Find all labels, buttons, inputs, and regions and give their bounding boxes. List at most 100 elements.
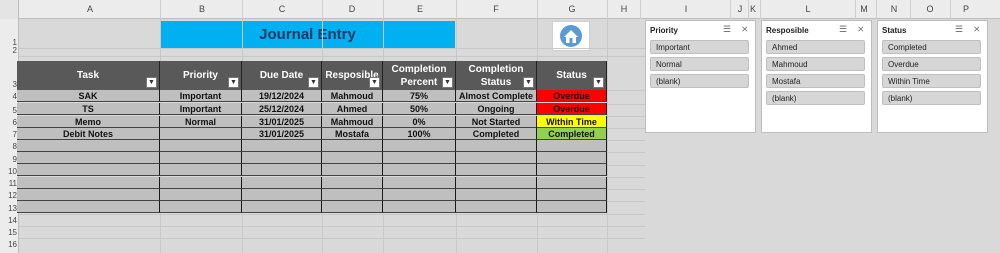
table-cell[interactable] (242, 152, 322, 165)
table-cell[interactable] (160, 128, 242, 140)
column-header-a[interactable]: A (75, 4, 105, 16)
table-cell[interactable]: 31/01/2025 (242, 116, 322, 128)
table-cell[interactable]: Completed (456, 128, 537, 140)
column-header-g[interactable]: G (557, 4, 587, 16)
row-header-14[interactable]: 14 (0, 216, 19, 226)
home-button[interactable] (552, 21, 590, 51)
status-badge[interactable]: Overdue (537, 103, 607, 115)
table-cell[interactable]: Mahmoud (322, 116, 383, 128)
row-header-16[interactable]: 16 (0, 240, 19, 250)
table-cell[interactable] (242, 201, 322, 213)
column-header-b[interactable]: B (187, 4, 217, 16)
table-cell[interactable]: 75% (383, 90, 456, 102)
status-badge[interactable]: Within Time (537, 116, 607, 128)
table-cell[interactable]: Ongoing (456, 103, 537, 115)
table-cell[interactable] (383, 140, 456, 152)
table-cell[interactable]: Mahmoud (322, 90, 383, 102)
slicer-item[interactable]: (blank) (882, 91, 981, 105)
table-cell[interactable] (17, 201, 160, 213)
column-header-k[interactable]: K (738, 4, 768, 16)
filter-dropdown-button[interactable]: ▼ (369, 77, 380, 88)
column-header-c[interactable]: C (267, 4, 297, 16)
column-header-d[interactable]: D (337, 4, 367, 16)
table-cell[interactable]: 0% (383, 116, 456, 128)
column-header-e[interactable]: E (405, 4, 435, 16)
table-cell[interactable]: 25/12/2024 (242, 103, 322, 115)
slicer-item[interactable]: Within Time (882, 74, 981, 88)
filter-dropdown-button[interactable]: ▼ (308, 77, 319, 88)
table-cell[interactable] (242, 188, 322, 201)
table-cell[interactable] (242, 164, 322, 177)
table-cell[interactable]: Mostafa (322, 128, 383, 140)
slicer-item[interactable]: (blank) (650, 74, 749, 88)
table-cell[interactable] (383, 152, 456, 165)
slicer-item[interactable]: Mahmoud (766, 57, 865, 71)
table-cell[interactable]: 19/12/2024 (242, 90, 322, 102)
table-cell[interactable] (456, 140, 537, 152)
row-header-2[interactable]: 2 (0, 46, 19, 56)
table-cell[interactable] (17, 176, 160, 189)
table-cell[interactable]: Almost Complete (456, 90, 537, 102)
table-cell[interactable]: Not Started (456, 116, 537, 128)
table-cell[interactable]: 50% (383, 103, 456, 115)
multi-select-icon[interactable]: ☰ (955, 24, 963, 35)
table-cell[interactable] (322, 164, 383, 177)
clear-filter-icon[interactable]: ⨯ (973, 24, 981, 35)
table-cell[interactable]: Normal (160, 116, 242, 128)
table-cell[interactable] (537, 201, 607, 213)
table-cell[interactable] (160, 152, 242, 165)
table-cell[interactable] (17, 152, 160, 165)
column-header-l[interactable]: L (793, 4, 823, 16)
clear-filter-icon[interactable]: ⨯ (741, 24, 749, 35)
slicer-item[interactable]: Ahmed (766, 40, 865, 54)
table-cell[interactable] (242, 140, 322, 152)
filter-dropdown-button[interactable]: ▼ (146, 77, 157, 88)
table-cell[interactable] (322, 140, 383, 152)
column-header-n[interactable]: N (879, 4, 909, 16)
table-cell[interactable] (383, 188, 456, 201)
table-cell[interactable] (537, 164, 607, 177)
table-cell[interactable]: SAK (17, 90, 160, 102)
table-cell[interactable] (537, 176, 607, 189)
table-cell[interactable] (160, 188, 242, 201)
slicer-item[interactable]: Completed (882, 40, 981, 54)
slicer-item[interactable]: Mostafa (766, 74, 865, 88)
slicer-item[interactable]: Overdue (882, 57, 981, 71)
column-header-o[interactable]: O (915, 4, 945, 16)
table-cell[interactable] (456, 176, 537, 189)
table-cell[interactable] (17, 188, 160, 201)
table-cell[interactable]: 31/01/2025 (242, 128, 322, 140)
table-cell[interactable] (456, 201, 537, 213)
table-cell[interactable] (456, 152, 537, 165)
table-cell[interactable] (160, 201, 242, 213)
filter-dropdown-button[interactable]: ▼ (442, 77, 453, 88)
table-cell[interactable] (383, 176, 456, 189)
table-cell[interactable] (17, 140, 160, 152)
table-cell[interactable] (537, 140, 607, 152)
status-badge[interactable]: Overdue (537, 90, 607, 102)
filter-dropdown-button[interactable]: ▼ (523, 77, 534, 88)
table-cell[interactable]: Debit Notes (17, 128, 160, 140)
table-cell[interactable] (537, 152, 607, 165)
table-cell[interactable] (383, 201, 456, 213)
table-cell[interactable] (160, 140, 242, 152)
column-header-h[interactable]: H (609, 4, 639, 16)
row-header-15[interactable]: 15 (0, 228, 19, 238)
multi-select-icon[interactable]: ☰ (839, 24, 847, 35)
table-cell[interactable]: TS (17, 103, 160, 115)
status-badge[interactable]: Completed (537, 128, 607, 140)
table-cell[interactable] (322, 152, 383, 165)
filter-dropdown-button[interactable]: ▼ (228, 77, 239, 88)
slicer-item[interactable]: Important (650, 40, 749, 54)
table-cell[interactable] (160, 164, 242, 177)
clear-filter-icon[interactable]: ⨯ (857, 24, 865, 35)
column-header-p[interactable]: P (951, 4, 981, 16)
table-cell[interactable] (242, 176, 322, 189)
table-cell[interactable] (322, 201, 383, 213)
table-cell[interactable]: Ahmed (322, 103, 383, 115)
table-cell[interactable]: Important (160, 90, 242, 102)
table-cell[interactable] (383, 164, 456, 177)
table-cell[interactable] (456, 164, 537, 177)
slicer-item[interactable]: Normal (650, 57, 749, 71)
slicer-item[interactable]: (blank) (766, 91, 865, 105)
